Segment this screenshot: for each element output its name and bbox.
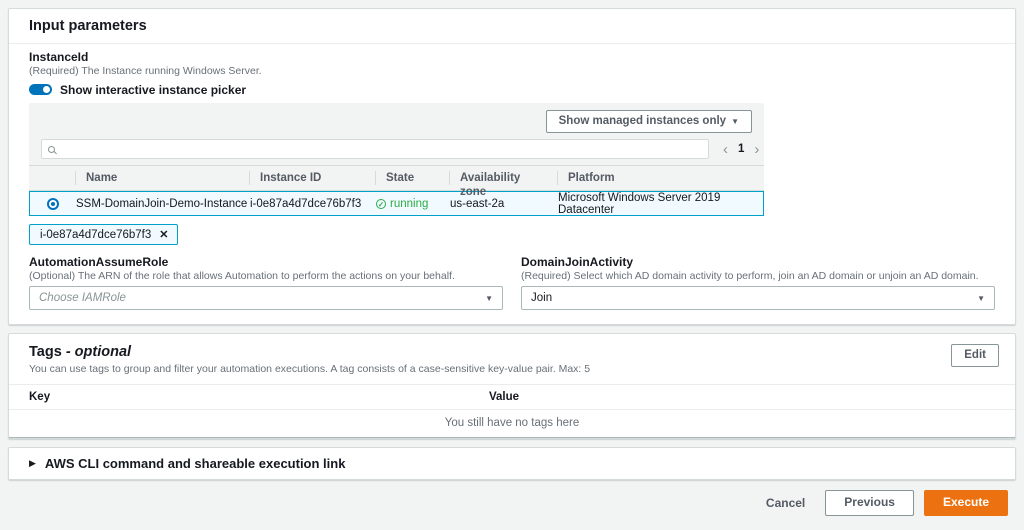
- tags-header: Tags - optional You can use tags to grou…: [9, 334, 1015, 384]
- radio-selected-icon[interactable]: [47, 198, 59, 211]
- input-parameters-body: InstanceId (Required) The Instance runni…: [9, 44, 1015, 324]
- selected-instance-token-label: i-0e87a4d7dce76b7f3: [40, 228, 152, 241]
- instance-table: Name Instance ID State Availability zone…: [29, 165, 764, 217]
- instance-picker-panel: Show managed instances only ▼ ‹ 1 › Name…: [29, 103, 764, 217]
- cell-state: ✓ running: [376, 198, 450, 210]
- managed-instances-filter-label: Show managed instances only: [558, 115, 727, 128]
- pagination-current-page[interactable]: 1: [738, 143, 744, 155]
- automation-assume-role-placeholder: Choose IAMRole: [39, 292, 126, 305]
- close-icon[interactable]: ✕: [159, 228, 168, 241]
- expander-arrow-icon: ▶: [29, 458, 36, 469]
- cell-platform: Microsoft Windows Server 2019 Datacenter: [558, 192, 721, 217]
- cancel-button[interactable]: Cancel: [766, 496, 805, 510]
- automation-assume-role-select[interactable]: Choose IAMRole ▼: [29, 286, 503, 311]
- automation-assume-role-field: AutomationAssumeRole (Optional) The ARN …: [29, 255, 503, 311]
- column-header-name[interactable]: Name: [75, 171, 249, 186]
- selected-instance-token: i-0e87a4d7dce76b7f3 ✕: [29, 224, 178, 246]
- instance-table-header-row: Name Instance ID State Availability zone…: [29, 165, 764, 198]
- instance-table-row[interactable]: SSM-DomainJoin-Demo-Instance i-0e87a4d7d…: [29, 191, 764, 217]
- edit-tags-button[interactable]: Edit: [951, 344, 999, 368]
- instanceid-label: InstanceId: [29, 50, 89, 64]
- running-check-icon: ✓: [376, 199, 386, 210]
- pagination-next-icon[interactable]: ›: [754, 142, 759, 157]
- pagination: ‹ 1 ›: [719, 142, 763, 157]
- managed-instances-filter-button[interactable]: Show managed instances only ▼: [545, 110, 752, 134]
- tags-title-text: Tags: [29, 344, 62, 361]
- domain-join-activity-select[interactable]: Join ▼: [521, 286, 995, 311]
- pagination-prev-icon[interactable]: ‹: [723, 142, 728, 157]
- tags-column-key: Key: [29, 391, 51, 404]
- picker-toolbar: Show managed instances only ▼: [41, 110, 752, 134]
- row-radio-cell: [30, 198, 76, 211]
- instanceid-description: (Required) The Instance running Windows …: [29, 65, 262, 77]
- automation-assume-role-label: AutomationAssumeRole: [29, 255, 169, 270]
- domain-join-activity-field: DomainJoinActivity (Required) Select whi…: [521, 255, 995, 311]
- tags-card: Tags - optional You can use tags to grou…: [8, 333, 1016, 440]
- picker-search-row: ‹ 1 ›: [41, 139, 759, 160]
- input-parameters-title: Input parameters: [9, 9, 1015, 44]
- page: Input parameters InstanceId (Required) T…: [0, 0, 1024, 530]
- column-header-instance-id[interactable]: Instance ID: [249, 171, 375, 186]
- instance-search-box[interactable]: [41, 139, 709, 160]
- tags-title-block: Tags - optional You can use tags to grou…: [29, 344, 590, 376]
- column-header-state[interactable]: State: [375, 171, 449, 186]
- state-text: running: [390, 198, 429, 211]
- chevron-down-icon: ▼: [977, 293, 985, 303]
- cli-expander-title: AWS CLI command and shareable execution …: [44, 456, 346, 472]
- cell-instance-id: i-0e87a4d7dce76b7f3: [250, 198, 362, 211]
- execute-button[interactable]: Execute: [923, 490, 1008, 516]
- instance-picker-toggle[interactable]: [29, 84, 52, 96]
- footer-actions: Cancel Previous Execute: [8, 488, 1016, 522]
- domain-join-activity-description: (Required) Select which AD domain activi…: [521, 270, 979, 283]
- instance-picker-toggle-row: Show interactive instance picker: [29, 82, 995, 97]
- cell-availability-zone: us-east-2a: [450, 198, 505, 211]
- input-parameters-card: Input parameters InstanceId (Required) T…: [8, 8, 1016, 326]
- instance-picker-toggle-label: Show interactive instance picker: [60, 82, 247, 97]
- chevron-down-icon: ▼: [731, 117, 739, 127]
- tags-title-optional: - optional: [65, 344, 132, 361]
- tags-table-header-row: Key Value: [9, 384, 1015, 411]
- previous-button[interactable]: Previous: [825, 490, 914, 516]
- chevron-down-icon: ▼: [485, 293, 493, 303]
- tags-empty-message: You still have no tags here: [9, 410, 1015, 439]
- instance-search-input[interactable]: [61, 143, 702, 156]
- cli-expander[interactable]: ▶ AWS CLI command and shareable executio…: [8, 447, 1016, 481]
- domain-join-activity-value: Join: [531, 292, 553, 305]
- tags-table: Key Value You still have no tags here: [9, 384, 1015, 439]
- tags-column-value: Value: [489, 391, 520, 404]
- cell-name: SSM-DomainJoin-Demo-Instance: [76, 198, 248, 211]
- search-icon: [48, 145, 55, 153]
- automation-assume-role-description: (Optional) The ARN of the role that allo…: [29, 270, 455, 283]
- parameter-columns: AutomationAssumeRole (Optional) The ARN …: [29, 255, 995, 311]
- column-header-platform[interactable]: Platform: [557, 171, 764, 186]
- domain-join-activity-label: DomainJoinActivity: [521, 255, 634, 270]
- column-header-availability-zone[interactable]: Availability zone: [449, 171, 557, 198]
- tags-description: You can use tags to group and filter you…: [29, 363, 591, 376]
- tags-title: Tags - optional: [29, 344, 590, 360]
